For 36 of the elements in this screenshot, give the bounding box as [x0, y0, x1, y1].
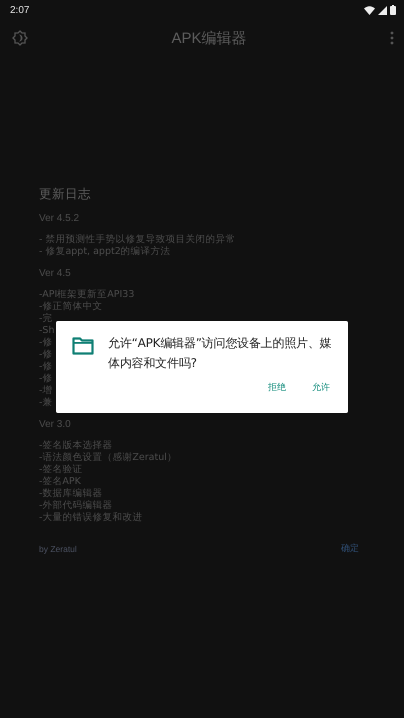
- changelog-line: -修: [39, 337, 52, 349]
- changelog-line: -修正简体中文: [39, 301, 102, 313]
- deny-button[interactable]: 拒绝: [268, 381, 286, 394]
- changelog-line: -增: [39, 385, 52, 397]
- changelog-line: -签名版本选择器: [39, 440, 112, 452]
- changelog-line: -数据库编辑器: [39, 488, 102, 500]
- changelog-line: -Sh: [39, 325, 54, 337]
- changelog-line: -完: [39, 313, 52, 325]
- version-heading: Ver 3.0: [39, 419, 72, 431]
- changelog-line: -签名验证: [39, 464, 82, 476]
- app-title: APK编辑器: [171, 28, 246, 48]
- changelog-line: -修: [39, 373, 52, 385]
- ok-button[interactable]: 确定: [341, 542, 359, 555]
- changelog-line: - 禁用预测性手势以修复导致项目关闭的异常: [39, 234, 236, 246]
- changelog-line: -API框架更新至API33: [39, 289, 134, 301]
- author-text: by Zeratul: [39, 544, 77, 554]
- changelog-title: 更新日志: [39, 186, 92, 203]
- allow-button[interactable]: 允许: [312, 381, 330, 394]
- changelog-line: -签名APK: [39, 476, 81, 488]
- changelog-line: -语法颜色设置（感谢Zeratul）: [39, 452, 177, 464]
- wifi-icon: [364, 6, 375, 14]
- version-heading: Ver 4.5: [39, 268, 72, 280]
- folder-icon: [72, 337, 94, 355]
- permission-message: 允许“APK编辑器”访问您设备上的照片、媒体内容和文件吗?: [108, 335, 333, 372]
- status-time: 2:07: [10, 4, 30, 16]
- changelog-line: -兼: [39, 397, 52, 409]
- signal-icon: [378, 6, 387, 14]
- changelog-line: -修: [39, 361, 52, 373]
- changelog-line: -大量的错误修复和改进: [39, 512, 142, 524]
- changelog-line: - 修复appt, appt2的编译方法: [39, 246, 171, 258]
- battery-icon: [390, 5, 396, 15]
- version-heading: Ver 4.5.2: [39, 213, 80, 225]
- more-icon[interactable]: [390, 31, 394, 45]
- changelog-line: -修: [39, 349, 52, 361]
- changelog-line: -外部代码编辑器: [39, 500, 112, 512]
- theme-icon[interactable]: [12, 30, 28, 46]
